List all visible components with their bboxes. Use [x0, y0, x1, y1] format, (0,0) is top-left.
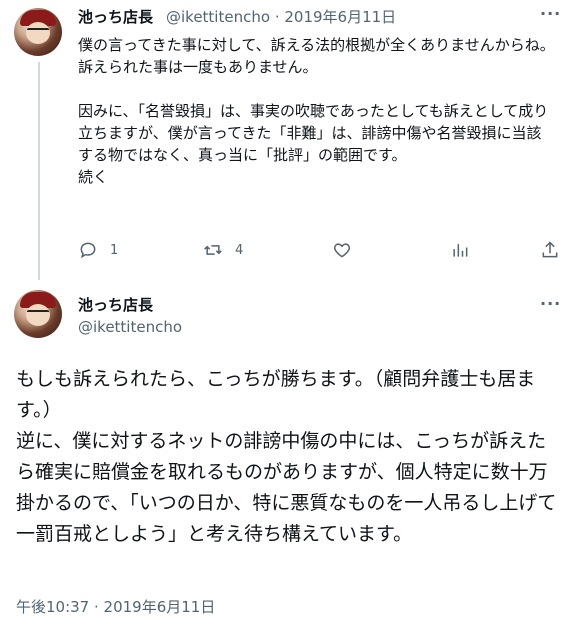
share-icon	[542, 241, 558, 258]
avatar[interactable]	[14, 8, 62, 56]
avatar[interactable]	[14, 290, 62, 338]
tweet-text: 僕の言ってきた事に対して、訴える法的根拠が全くありませんからね。訴えられた事は一…	[78, 34, 556, 188]
tweet-paragraph: 因みに、「名誉毀損」は、事実の吹聴であったとしても訴えとして成り立ちますが、僕が…	[78, 102, 549, 164]
author-name[interactable]: 池っち店長	[78, 294, 153, 315]
retweet-button[interactable]: 4	[203, 240, 243, 260]
share-button[interactable]	[540, 240, 560, 260]
retweet-icon	[204, 245, 222, 255]
views-button[interactable]	[450, 240, 470, 260]
author-handle[interactable]: @ikettitencho	[78, 318, 182, 336]
author-name[interactable]: 池っち店長	[78, 6, 153, 27]
author-handle[interactable]: @ikettitencho	[166, 8, 270, 26]
tweet-paragraph: 続く	[78, 168, 109, 186]
views-icon	[453, 244, 468, 257]
tweet-timestamp[interactable]: 午後10:37 · 2019年6月11日	[16, 596, 215, 617]
thread-line	[38, 62, 40, 280]
tweet-paragraph: 逆に、僕に対するネットの誹謗中傷の中には、こっちが訴えたら確実に賠償金を取れるも…	[16, 430, 557, 545]
author-handle-and-date[interactable]: @ikettitencho · 2019年6月11日	[166, 6, 396, 27]
tweet-date[interactable]: 2019年6月11日	[284, 8, 396, 26]
reply-icon	[80, 242, 96, 259]
retweet-count: 4	[235, 242, 244, 258]
more-icon[interactable]: ···	[540, 294, 561, 313]
tweet-paragraph: もしも訴えられたら、こっちが勝ちます。（顧問弁護士も居ます。）	[16, 368, 536, 421]
reply-count: 1	[110, 242, 119, 258]
like-icon	[333, 243, 351, 258]
tweet-actions: 1 4	[78, 240, 568, 264]
tweet-text: もしも訴えられたら、こっちが勝ちます。（顧問弁護士も居ます。） 逆に、僕に対する…	[16, 364, 564, 550]
reply-button[interactable]: 1	[78, 240, 118, 260]
like-button[interactable]	[332, 240, 352, 260]
more-icon[interactable]: ···	[540, 4, 561, 23]
tweet-paragraph: 僕の言ってきた事に対して、訴える法的根拠が全くありませんからね。訴えられた事は一…	[78, 36, 555, 76]
